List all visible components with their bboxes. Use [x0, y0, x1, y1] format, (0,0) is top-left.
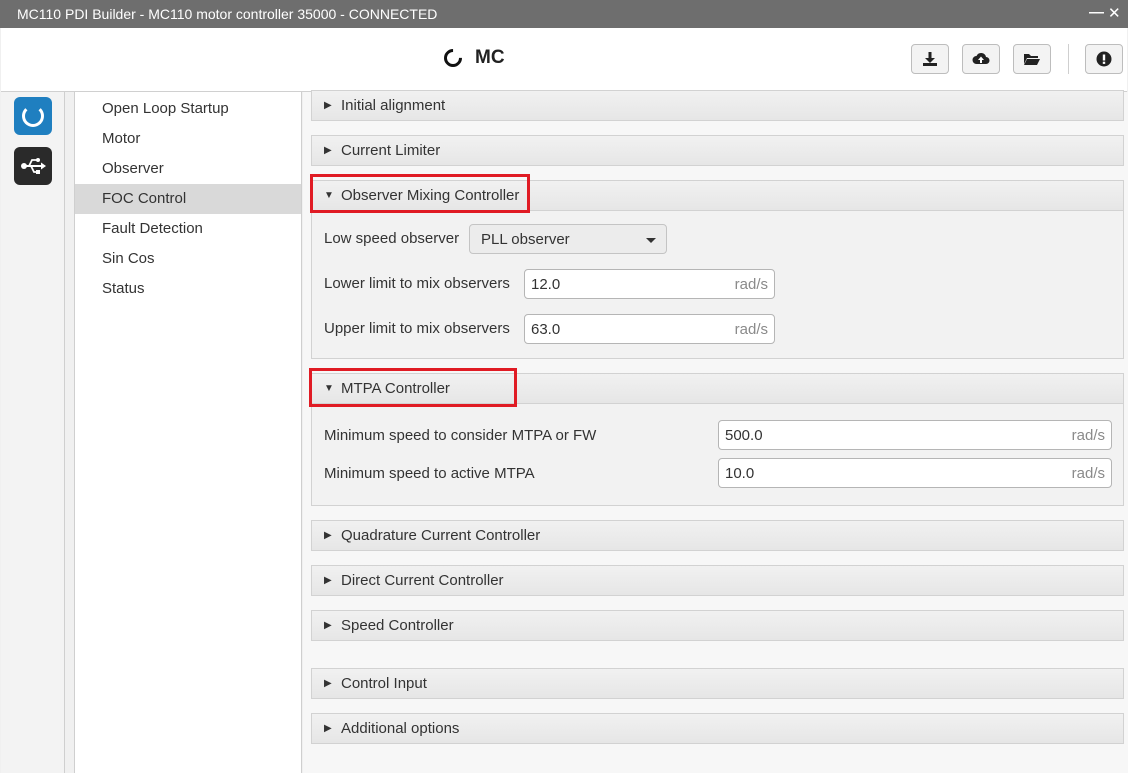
expand-arrow-icon: ▶	[324, 678, 332, 689]
section-title: Observer Mixing Controller	[341, 187, 520, 204]
min-speed-active-label: Minimum speed to active MTPA	[324, 465, 535, 482]
section-title: Quadrature Current Controller	[341, 527, 541, 544]
mc-logo-icon	[22, 105, 44, 127]
expand-arrow-icon: ▶	[324, 575, 332, 586]
section-header-mtpa[interactable]: ▼ MTPA Controller	[311, 373, 1124, 404]
mc-module-button[interactable]	[14, 97, 52, 135]
expand-arrow-icon: ▶	[324, 145, 332, 156]
close-button[interactable]: ✕	[1108, 4, 1121, 22]
section-body-mtpa: Minimum speed to consider MTPA or FW 500…	[311, 404, 1124, 506]
nav-item-sin-cos[interactable]: Sin Cos	[75, 244, 301, 274]
window-titlebar: MC110 PDI Builder - MC110 motor controll…	[0, 0, 1128, 28]
section-body-observer-mixing: Low speed observer PLL observer Lower li…	[311, 211, 1124, 359]
nav-item-motor[interactable]: Motor	[75, 124, 301, 154]
nav-item-fault-detection[interactable]: Fault Detection	[75, 214, 301, 244]
lower-limit-label: Lower limit to mix observers	[324, 275, 510, 292]
app-logo: MC	[440, 45, 505, 71]
toolbar-divider	[1068, 44, 1069, 74]
lower-limit-value: 12.0	[531, 276, 561, 293]
low-speed-observer-select[interactable]: PLL observer	[469, 224, 667, 254]
download-button[interactable]	[911, 44, 949, 74]
mc-logo-icon	[440, 45, 466, 71]
app-sidebar	[1, 92, 65, 773]
min-speed-fw-value: 500.0	[725, 427, 763, 444]
section-header-speed-controller[interactable]: ▶ Speed Controller	[311, 610, 1124, 641]
section-header-current-limiter[interactable]: ▶ Current Limiter	[311, 135, 1124, 166]
nav-item-status[interactable]: Status	[75, 274, 301, 304]
nav-item-observer[interactable]: Observer	[75, 154, 301, 184]
section-title: Additional options	[341, 720, 460, 737]
section-header-observer-mixing[interactable]: ▼ Observer Mixing Controller	[311, 180, 1124, 211]
section-header-direct-current[interactable]: ▶ Direct Current Controller	[311, 565, 1124, 596]
upper-limit-unit: rad/s	[734, 321, 768, 338]
upper-limit-value: 63.0	[531, 321, 561, 338]
window-title: MC110 PDI Builder - MC110 motor controll…	[17, 6, 438, 22]
section-title: Speed Controller	[341, 617, 454, 634]
low-speed-observer-label: Low speed observer	[324, 230, 460, 247]
collapse-arrow-icon: ▼	[324, 383, 334, 394]
min-speed-fw-unit: rad/s	[1071, 427, 1105, 444]
nav-item-open-loop-startup[interactable]: Open Loop Startup	[75, 94, 301, 124]
min-speed-fw-input[interactable]: 500.0 rad/s	[718, 420, 1112, 450]
expand-arrow-icon: ▶	[324, 620, 332, 631]
section-nav: Open Loop Startup Motor Observer FOC Con…	[74, 92, 302, 773]
collapse-arrow-icon: ▼	[324, 190, 334, 201]
lower-limit-input[interactable]: 12.0 rad/s	[524, 269, 775, 299]
download-icon	[923, 52, 937, 66]
section-title: Control Input	[341, 675, 427, 692]
folder-open-icon	[1024, 54, 1040, 65]
info-button[interactable]	[1085, 44, 1123, 74]
section-header-control-input[interactable]: ▶ Control Input	[311, 668, 1124, 699]
section-title: Initial alignment	[341, 97, 446, 114]
expand-arrow-icon: ▶	[324, 530, 332, 541]
section-title: MTPA Controller	[341, 380, 450, 397]
usb-icon	[21, 158, 46, 174]
app-header: MC	[1, 28, 1127, 92]
minimize-button[interactable]: —	[1089, 4, 1104, 21]
section-title: Current Limiter	[341, 142, 441, 159]
cloud-upload-button[interactable]	[962, 44, 1000, 74]
open-folder-button[interactable]	[1013, 44, 1051, 74]
section-header-initial-alignment[interactable]: ▶ Initial alignment	[311, 90, 1124, 121]
nav-item-foc-control[interactable]: FOC Control	[75, 184, 301, 214]
upper-limit-input[interactable]: 63.0 rad/s	[524, 314, 775, 344]
min-speed-fw-label: Minimum speed to consider MTPA or FW	[324, 427, 597, 444]
expand-arrow-icon: ▶	[324, 100, 332, 111]
min-speed-active-value: 10.0	[725, 465, 755, 482]
chevron-down-icon	[646, 238, 656, 243]
upper-limit-label: Upper limit to mix observers	[324, 320, 510, 337]
cloud-upload-icon	[972, 52, 990, 64]
min-speed-active-unit: rad/s	[1071, 465, 1105, 482]
section-header-quadrature-current[interactable]: ▶ Quadrature Current Controller	[311, 520, 1124, 551]
usb-button[interactable]	[14, 147, 52, 185]
section-header-additional-options[interactable]: ▶ Additional options	[311, 713, 1124, 744]
app-name: MC	[475, 47, 505, 68]
main-panel: ▶ Initial alignment ▶ Current Limiter ▼ …	[303, 90, 1128, 773]
expand-arrow-icon: ▶	[324, 723, 332, 734]
min-speed-active-input[interactable]: 10.0 rad/s	[718, 458, 1112, 488]
lower-limit-unit: rad/s	[734, 276, 768, 293]
info-icon	[1096, 51, 1112, 67]
section-title: Direct Current Controller	[341, 572, 504, 589]
select-value: PLL observer	[481, 231, 570, 248]
